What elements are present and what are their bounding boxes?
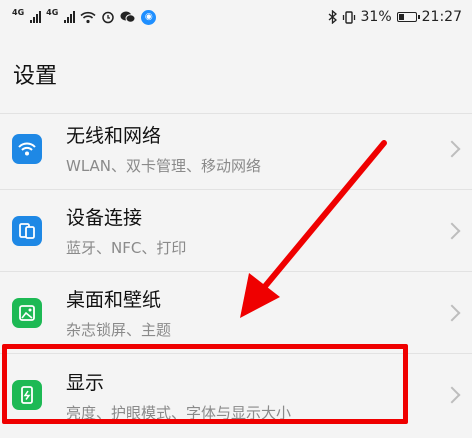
settings-item-text: 无线和网络 WLAN、双卡管理、移动网络 <box>66 121 446 176</box>
chevron-right-icon <box>443 386 461 404</box>
status-right: 31% 21:27 <box>328 9 462 25</box>
settings-item-subtitle: 亮度、护眼模式、字体与显示大小 <box>66 403 292 422</box>
signal-icon-2 <box>64 11 76 23</box>
settings-item-text: 显示 亮度、护眼模式、字体与显示大小 <box>66 368 446 423</box>
chevron-right-icon <box>443 304 461 321</box>
network-type-1: 4G <box>12 7 25 17</box>
settings-item-display[interactable]: 显示 亮度、护眼模式、字体与显示大小 <box>0 354 472 436</box>
wechat-icon <box>120 11 136 23</box>
battery-icon <box>396 12 420 22</box>
settings-item-subtitle: 杂志锁屏、主题 <box>66 321 172 339</box>
chevron-right-icon <box>443 140 461 157</box>
page-title: 设置 <box>0 34 472 114</box>
wallpaper-icon <box>12 297 42 328</box>
clock: 21:27 <box>421 9 462 25</box>
settings-item-title: 桌面和壁纸 <box>66 289 162 311</box>
alarm-icon <box>102 11 115 24</box>
chevron-right-icon <box>443 222 461 239</box>
status-bar: 4G 4G ◉ 31% 21:27 <box>0 0 472 34</box>
battery-fill <box>398 14 404 20</box>
network-type-2: 4G <box>46 7 59 17</box>
settings-item-subtitle: WLAN、双卡管理、移动网络 <box>66 157 262 175</box>
settings-item-subtitle: 蓝牙、NFC、打印 <box>66 239 187 257</box>
vibrate-icon <box>342 10 355 24</box>
status-left: 4G 4G ◉ <box>12 7 157 25</box>
settings-list: 无线和网络 WLAN、双卡管理、移动网络 设备连接 蓝牙、NFC、打印 桌面和壁… <box>0 108 472 436</box>
settings-item-wireless-network[interactable]: 无线和网络 WLAN、双卡管理、移动网络 <box>0 108 472 190</box>
settings-item-text: 设备连接 蓝牙、NFC、打印 <box>66 203 446 258</box>
display-icon <box>12 380 42 410</box>
settings-item-title: 设备连接 <box>66 207 143 229</box>
settings-item-device-connection[interactable]: 设备连接 蓝牙、NFC、打印 <box>0 190 472 272</box>
app-notification-icon: ◉ <box>141 9 157 25</box>
settings-item-text: 桌面和壁纸 杂志锁屏、主题 <box>66 285 446 340</box>
wifi-status-icon <box>80 11 96 23</box>
settings-item-desktop-wallpaper[interactable]: 桌面和壁纸 杂志锁屏、主题 <box>0 272 472 354</box>
battery-percent: 31% <box>360 9 392 25</box>
device-connection-icon <box>12 215 42 246</box>
wifi-icon <box>12 133 42 164</box>
settings-item-title: 无线和网络 <box>66 125 162 147</box>
signal-icon-1 <box>30 11 42 23</box>
settings-item-title: 显示 <box>66 371 105 394</box>
bluetooth-icon <box>328 10 337 24</box>
